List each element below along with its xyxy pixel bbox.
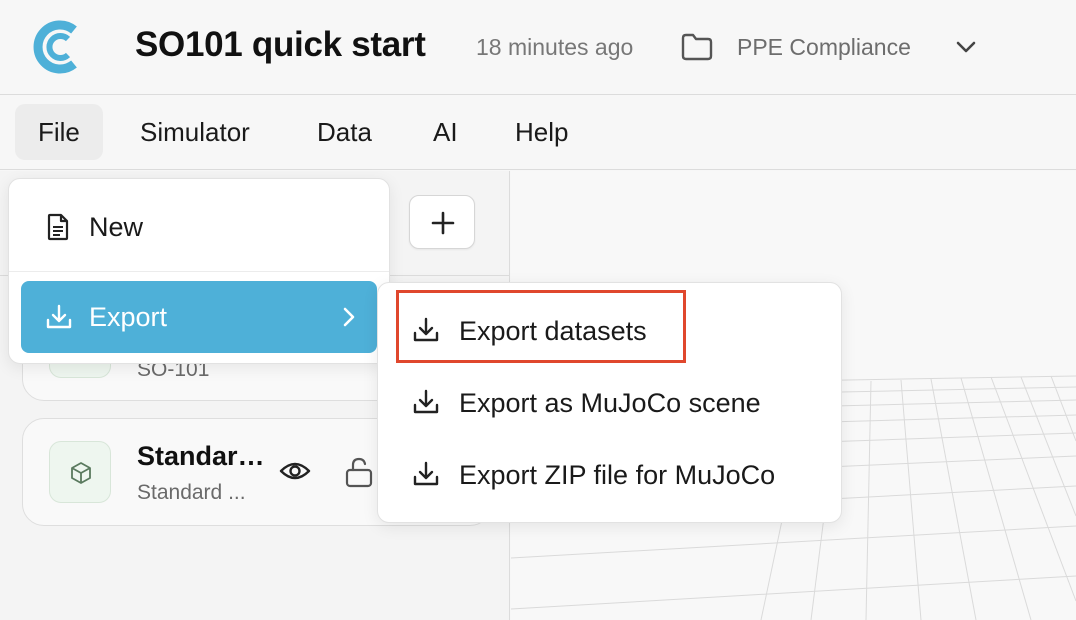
file-dropdown-menu: New Export xyxy=(8,178,390,364)
menu-item-label: Export as MuJoCo scene xyxy=(459,388,761,418)
menu-item-export-datasets[interactable]: Export datasets xyxy=(394,299,826,363)
plus-icon xyxy=(431,211,455,235)
top-header: SO101 quick start 18 minutes ago PPE Com… xyxy=(0,0,1076,95)
asset-name: Standard... xyxy=(137,441,269,471)
asset-subtitle: Standard ... xyxy=(137,481,246,504)
document-icon xyxy=(47,213,69,241)
menu-ai[interactable]: AI xyxy=(410,104,481,160)
folder-icon xyxy=(680,32,714,62)
menu-item-label: Export ZIP file for MuJoCo xyxy=(459,460,776,490)
app-logo[interactable] xyxy=(30,18,86,76)
menu-simulator[interactable]: Simulator xyxy=(117,104,273,160)
menu-data[interactable]: Data xyxy=(294,104,395,160)
project-title[interactable]: SO101 quick start xyxy=(135,25,426,65)
menu-help[interactable]: Help xyxy=(492,104,591,160)
menu-item-new[interactable]: New xyxy=(21,191,377,263)
menu-item-label: Export xyxy=(89,302,168,332)
menu-separator xyxy=(9,271,389,272)
menu-item-export[interactable]: Export xyxy=(21,281,377,353)
unlock-icon[interactable] xyxy=(344,456,374,488)
menu-file[interactable]: File xyxy=(15,104,103,160)
download-icon xyxy=(413,317,439,342)
download-icon xyxy=(46,304,72,329)
menu-item-label: Export datasets xyxy=(459,316,647,346)
asset-thumbnail xyxy=(49,441,111,503)
eye-icon[interactable] xyxy=(279,459,311,483)
add-asset-button[interactable] xyxy=(409,195,475,249)
chevron-right-icon xyxy=(343,307,355,327)
last-saved-timestamp: 18 minutes ago xyxy=(476,34,634,60)
menu-item-export-mujoco-scene[interactable]: Export as MuJoCo scene xyxy=(394,371,826,435)
folder-name[interactable]: PPE Compliance xyxy=(737,34,911,61)
menu-item-export-zip-mujoco[interactable]: Export ZIP file for MuJoCo xyxy=(394,443,826,507)
download-icon xyxy=(413,389,439,414)
download-icon xyxy=(413,461,439,486)
export-submenu: Export datasets Export as MuJoCo scene E… xyxy=(377,282,842,523)
menu-bar: File Simulator Data AI Help xyxy=(0,96,1076,170)
menu-item-label: New xyxy=(89,212,144,242)
cube-icon xyxy=(71,462,91,484)
chevron-down-icon[interactable] xyxy=(953,36,979,58)
